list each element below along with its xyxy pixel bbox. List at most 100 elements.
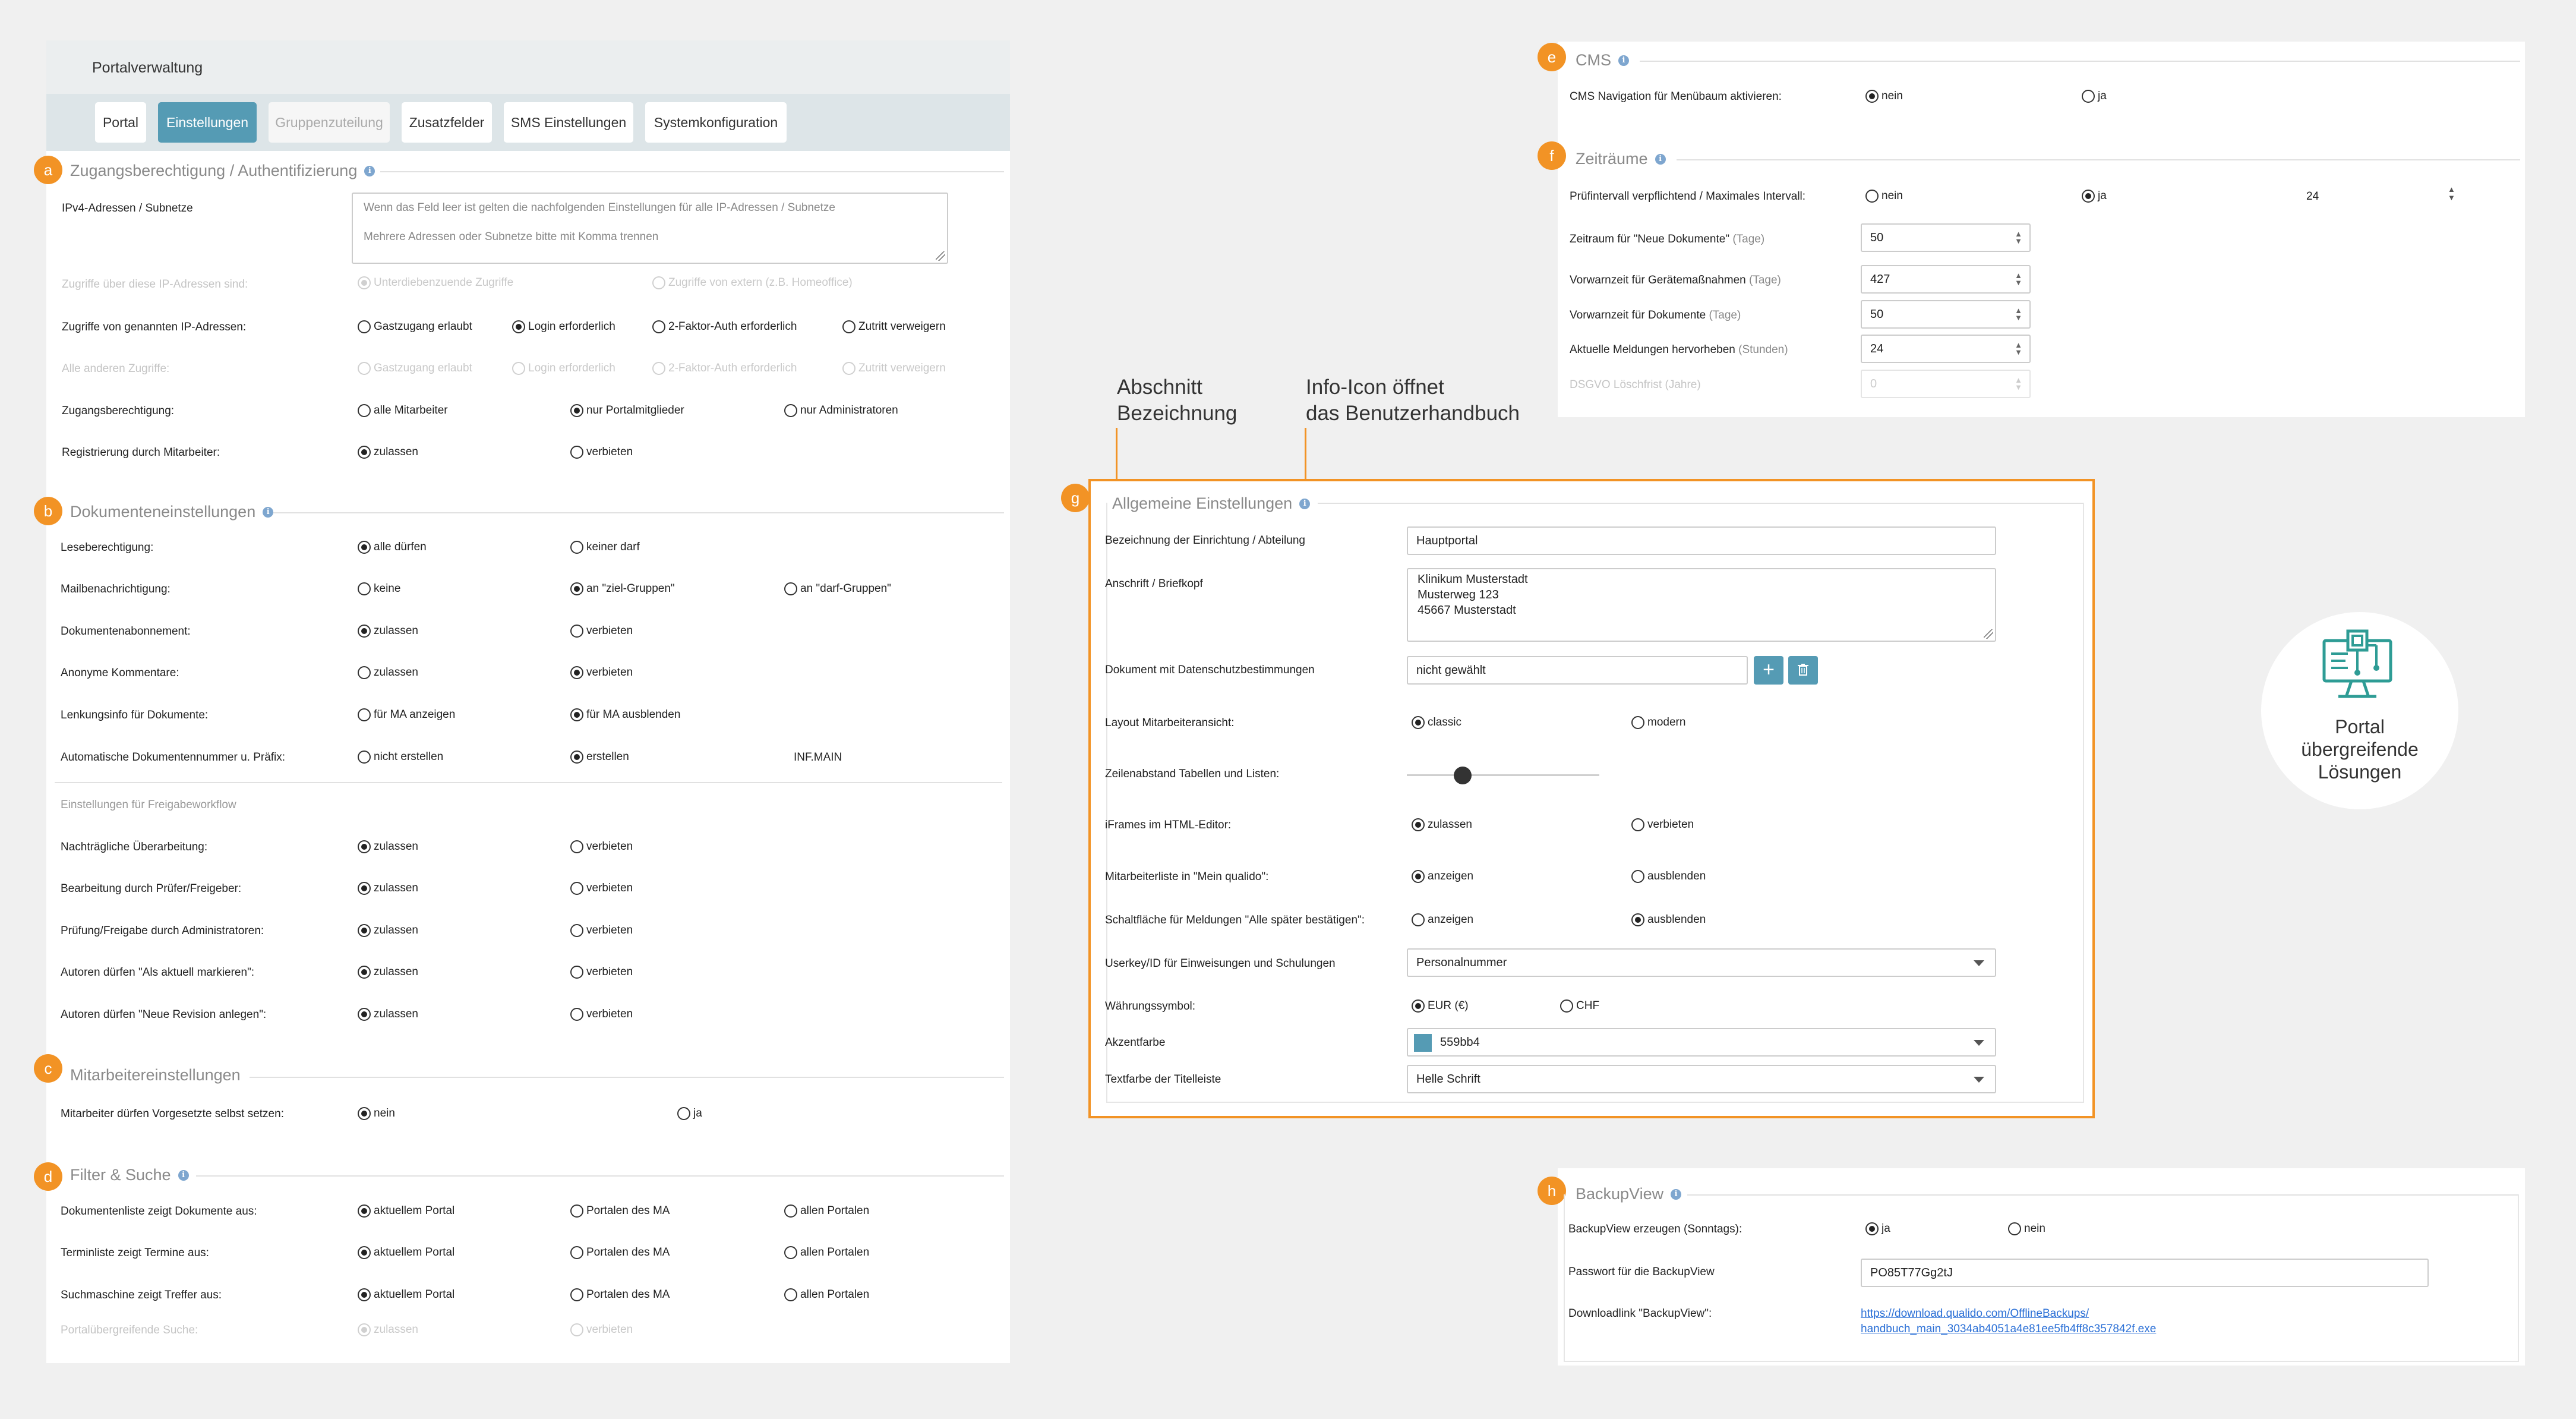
tab-einstellungen[interactable]: Einstellungen	[158, 102, 257, 143]
b-r6-opt2[interactable]: erstellen	[570, 751, 629, 764]
g-r7-opt2[interactable]: ausblenden	[1631, 870, 1706, 883]
b-r4-opt2[interactable]: verbieten	[570, 666, 633, 679]
userkey-select[interactable]: Personalnummer	[1407, 948, 1996, 977]
d-r2-opt3[interactable]: allen Portalen	[784, 1246, 869, 1259]
info-icon[interactable]: i	[263, 506, 274, 518]
b-r3-opt2[interactable]: verbieten	[570, 625, 633, 638]
b-r11-opt2[interactable]: verbieten	[570, 1008, 633, 1021]
b-r2-opt2[interactable]: an "ziel-Gruppen"	[570, 582, 675, 595]
b-r9-opt1[interactable]: zulassen	[358, 924, 418, 937]
g-r6-opt1[interactable]: zulassen	[1412, 818, 1472, 831]
e-r1-opt2[interactable]: ja	[2082, 90, 2107, 103]
info-icon[interactable]: i	[1618, 55, 1629, 66]
g-r8-opt1[interactable]: anzeigen	[1412, 913, 1473, 926]
g-r10-opt1[interactable]: EUR (€)	[1412, 999, 1469, 1013]
d-r3-opt2[interactable]: Portalen des MA	[570, 1288, 670, 1301]
slider-thumb[interactable]	[1453, 767, 1472, 784]
line-spacing-slider[interactable]	[1407, 767, 1599, 784]
gdpr-years-input[interactable]: 0 ▲ ▼	[1861, 370, 2031, 398]
device-warning-days-input[interactable]: 427 ▲ ▼	[1861, 265, 2031, 294]
b-r1-opt1[interactable]: alle dürfen	[358, 541, 427, 554]
b-r7-opt1[interactable]: zulassen	[358, 840, 418, 853]
a-r4-opt1[interactable]: alle Mitarbeiter	[358, 404, 448, 417]
address-textarea[interactable]: Klinikum Musterstadt Musterweg 123 45667…	[1407, 568, 1996, 642]
a-r1-opt1[interactable]: Unterdiebenzuende Zugriffe	[358, 276, 513, 289]
info-icon[interactable]: i	[178, 1169, 189, 1181]
g-r4-opt1[interactable]: classic	[1412, 716, 1461, 729]
tab-sms-einstellungen[interactable]: SMS Einstellungen	[504, 102, 633, 143]
d-r3-opt3[interactable]: allen Portalen	[784, 1288, 869, 1301]
stepper-icon[interactable]: ▲ ▼	[2015, 307, 2022, 321]
b-r7-opt2[interactable]: verbieten	[570, 840, 633, 853]
f-r1-opt2[interactable]: ja	[2082, 190, 2107, 203]
a-r2-opt3[interactable]: 2-Faktor-Auth erforderlich	[652, 320, 797, 333]
tab-zusatzfelder[interactable]: Zusatzfelder	[402, 102, 492, 143]
b-r10-opt2[interactable]: verbieten	[570, 966, 633, 979]
stepper-icon[interactable]: ▲ ▼	[2015, 230, 2022, 245]
info-icon[interactable]: i	[364, 165, 375, 176]
tab-portal[interactable]: Portal	[95, 102, 146, 143]
a-r3-opt4[interactable]: Zutritt verweigern	[842, 362, 946, 375]
title-text-color-select[interactable]: Helle Schrift	[1407, 1065, 1996, 1093]
backup-download-link[interactable]: https://download.qualido.com/OfflineBack…	[1861, 1306, 2156, 1337]
d-r2-opt2[interactable]: Portalen des MA	[570, 1246, 670, 1259]
a-r5-opt1[interactable]: zulassen	[358, 446, 418, 459]
g-r4-opt2[interactable]: modern	[1631, 716, 1685, 729]
b-r3-opt1[interactable]: zulassen	[358, 625, 418, 638]
b-r6-opt1[interactable]: nicht erstellen	[358, 751, 443, 764]
a-r4-opt2[interactable]: nur Portalmitglieder	[570, 404, 684, 417]
g-r6-opt2[interactable]: verbieten	[1631, 818, 1694, 831]
b-r2-opt1[interactable]: keine	[358, 582, 400, 595]
d-r2-opt1[interactable]: aktuellem Portal	[358, 1246, 454, 1259]
d-r1-opt1[interactable]: aktuellem Portal	[358, 1204, 454, 1218]
a-r1-opt2[interactable]: Zugriffe von extern (z.B. Homeoffice)	[652, 276, 853, 289]
accent-color-select[interactable]: 559bb4	[1407, 1028, 1996, 1057]
add-document-button[interactable]: +	[1754, 656, 1783, 685]
h-r1-opt2[interactable]: nein	[2008, 1222, 2045, 1235]
stepper-icon[interactable]: ▲ ▼	[2015, 341, 2022, 356]
a-r2-opt4[interactable]: Zutritt verweigern	[842, 320, 946, 333]
new-docs-days-input[interactable]: 50 ▲ ▼	[1861, 223, 2031, 252]
d-r3-opt1[interactable]: aktuellem Portal	[358, 1288, 454, 1301]
max-interval-value[interactable]: 24	[2306, 190, 2319, 203]
a-r3-opt3[interactable]: 2-Faktor-Auth erforderlich	[652, 362, 797, 375]
a-r4-opt3[interactable]: nur Administratoren	[784, 404, 898, 417]
stepper-icon[interactable]: ▲ ▼	[2015, 272, 2022, 286]
b-r2-opt3[interactable]: an "darf-Gruppen"	[784, 582, 891, 595]
link-line[interactable]: https://download.qualido.com/OfflineBack…	[1861, 1306, 2156, 1322]
a-r5-opt2[interactable]: verbieten	[570, 446, 633, 459]
stepper-icon[interactable]: ▲ ▼	[2448, 185, 2455, 202]
link-line[interactable]: handbuch_main_3034ab4051a4e81ee5fb4ff8c3…	[1861, 1322, 2156, 1337]
g-r10-opt2[interactable]: CHF	[1560, 999, 1599, 1013]
b-r4-opt1[interactable]: zulassen	[358, 666, 418, 679]
b-r9-opt2[interactable]: verbieten	[570, 924, 633, 937]
b-r8-opt1[interactable]: zulassen	[358, 882, 418, 895]
privacy-doc-input[interactable]: nicht gewählt	[1407, 656, 1748, 685]
a-r2-opt2[interactable]: Login erforderlich	[512, 320, 615, 333]
d-r4-opt1[interactable]: zulassen	[358, 1323, 418, 1336]
h-r1-opt1[interactable]: ja	[1865, 1222, 1890, 1235]
resize-handle[interactable]	[936, 251, 945, 261]
doc-prefix-value[interactable]: INF.MAIN	[794, 751, 842, 764]
a-r3-opt2[interactable]: Login erforderlich	[512, 362, 615, 375]
b-r5-opt1[interactable]: für MA anzeigen	[358, 708, 455, 721]
b-r1-opt2[interactable]: keiner darf	[570, 541, 640, 554]
highlight-hours-input[interactable]: 24 ▲ ▼	[1861, 335, 2031, 363]
d-r1-opt3[interactable]: allen Portalen	[784, 1204, 869, 1218]
d-r1-opt2[interactable]: Portalen des MA	[570, 1204, 670, 1218]
tab-gruppenzuteilung[interactable]: Gruppenzuteilung	[269, 102, 390, 143]
info-icon[interactable]: i	[1655, 153, 1666, 165]
a-r2-opt1[interactable]: Gastzugang erlaubt	[358, 320, 472, 333]
b-r10-opt1[interactable]: zulassen	[358, 966, 418, 979]
b-r11-opt1[interactable]: zulassen	[358, 1008, 418, 1021]
c-r1-opt2[interactable]: ja	[677, 1107, 702, 1120]
stepper-icon[interactable]: ▲ ▼	[2015, 376, 2022, 391]
b-r8-opt2[interactable]: verbieten	[570, 882, 633, 895]
tab-systemkonfiguration[interactable]: Systemkonfiguration	[645, 102, 787, 143]
resize-handle[interactable]	[1984, 629, 1993, 639]
delete-document-button[interactable]	[1788, 656, 1818, 685]
ip-addresses-textarea[interactable]: Wenn das Feld leer ist gelten die nachfo…	[352, 193, 948, 264]
a-r3-opt1[interactable]: Gastzugang erlaubt	[358, 362, 472, 375]
c-r1-opt1[interactable]: nein	[358, 1107, 395, 1120]
f-r1-opt1[interactable]: nein	[1865, 190, 1903, 203]
